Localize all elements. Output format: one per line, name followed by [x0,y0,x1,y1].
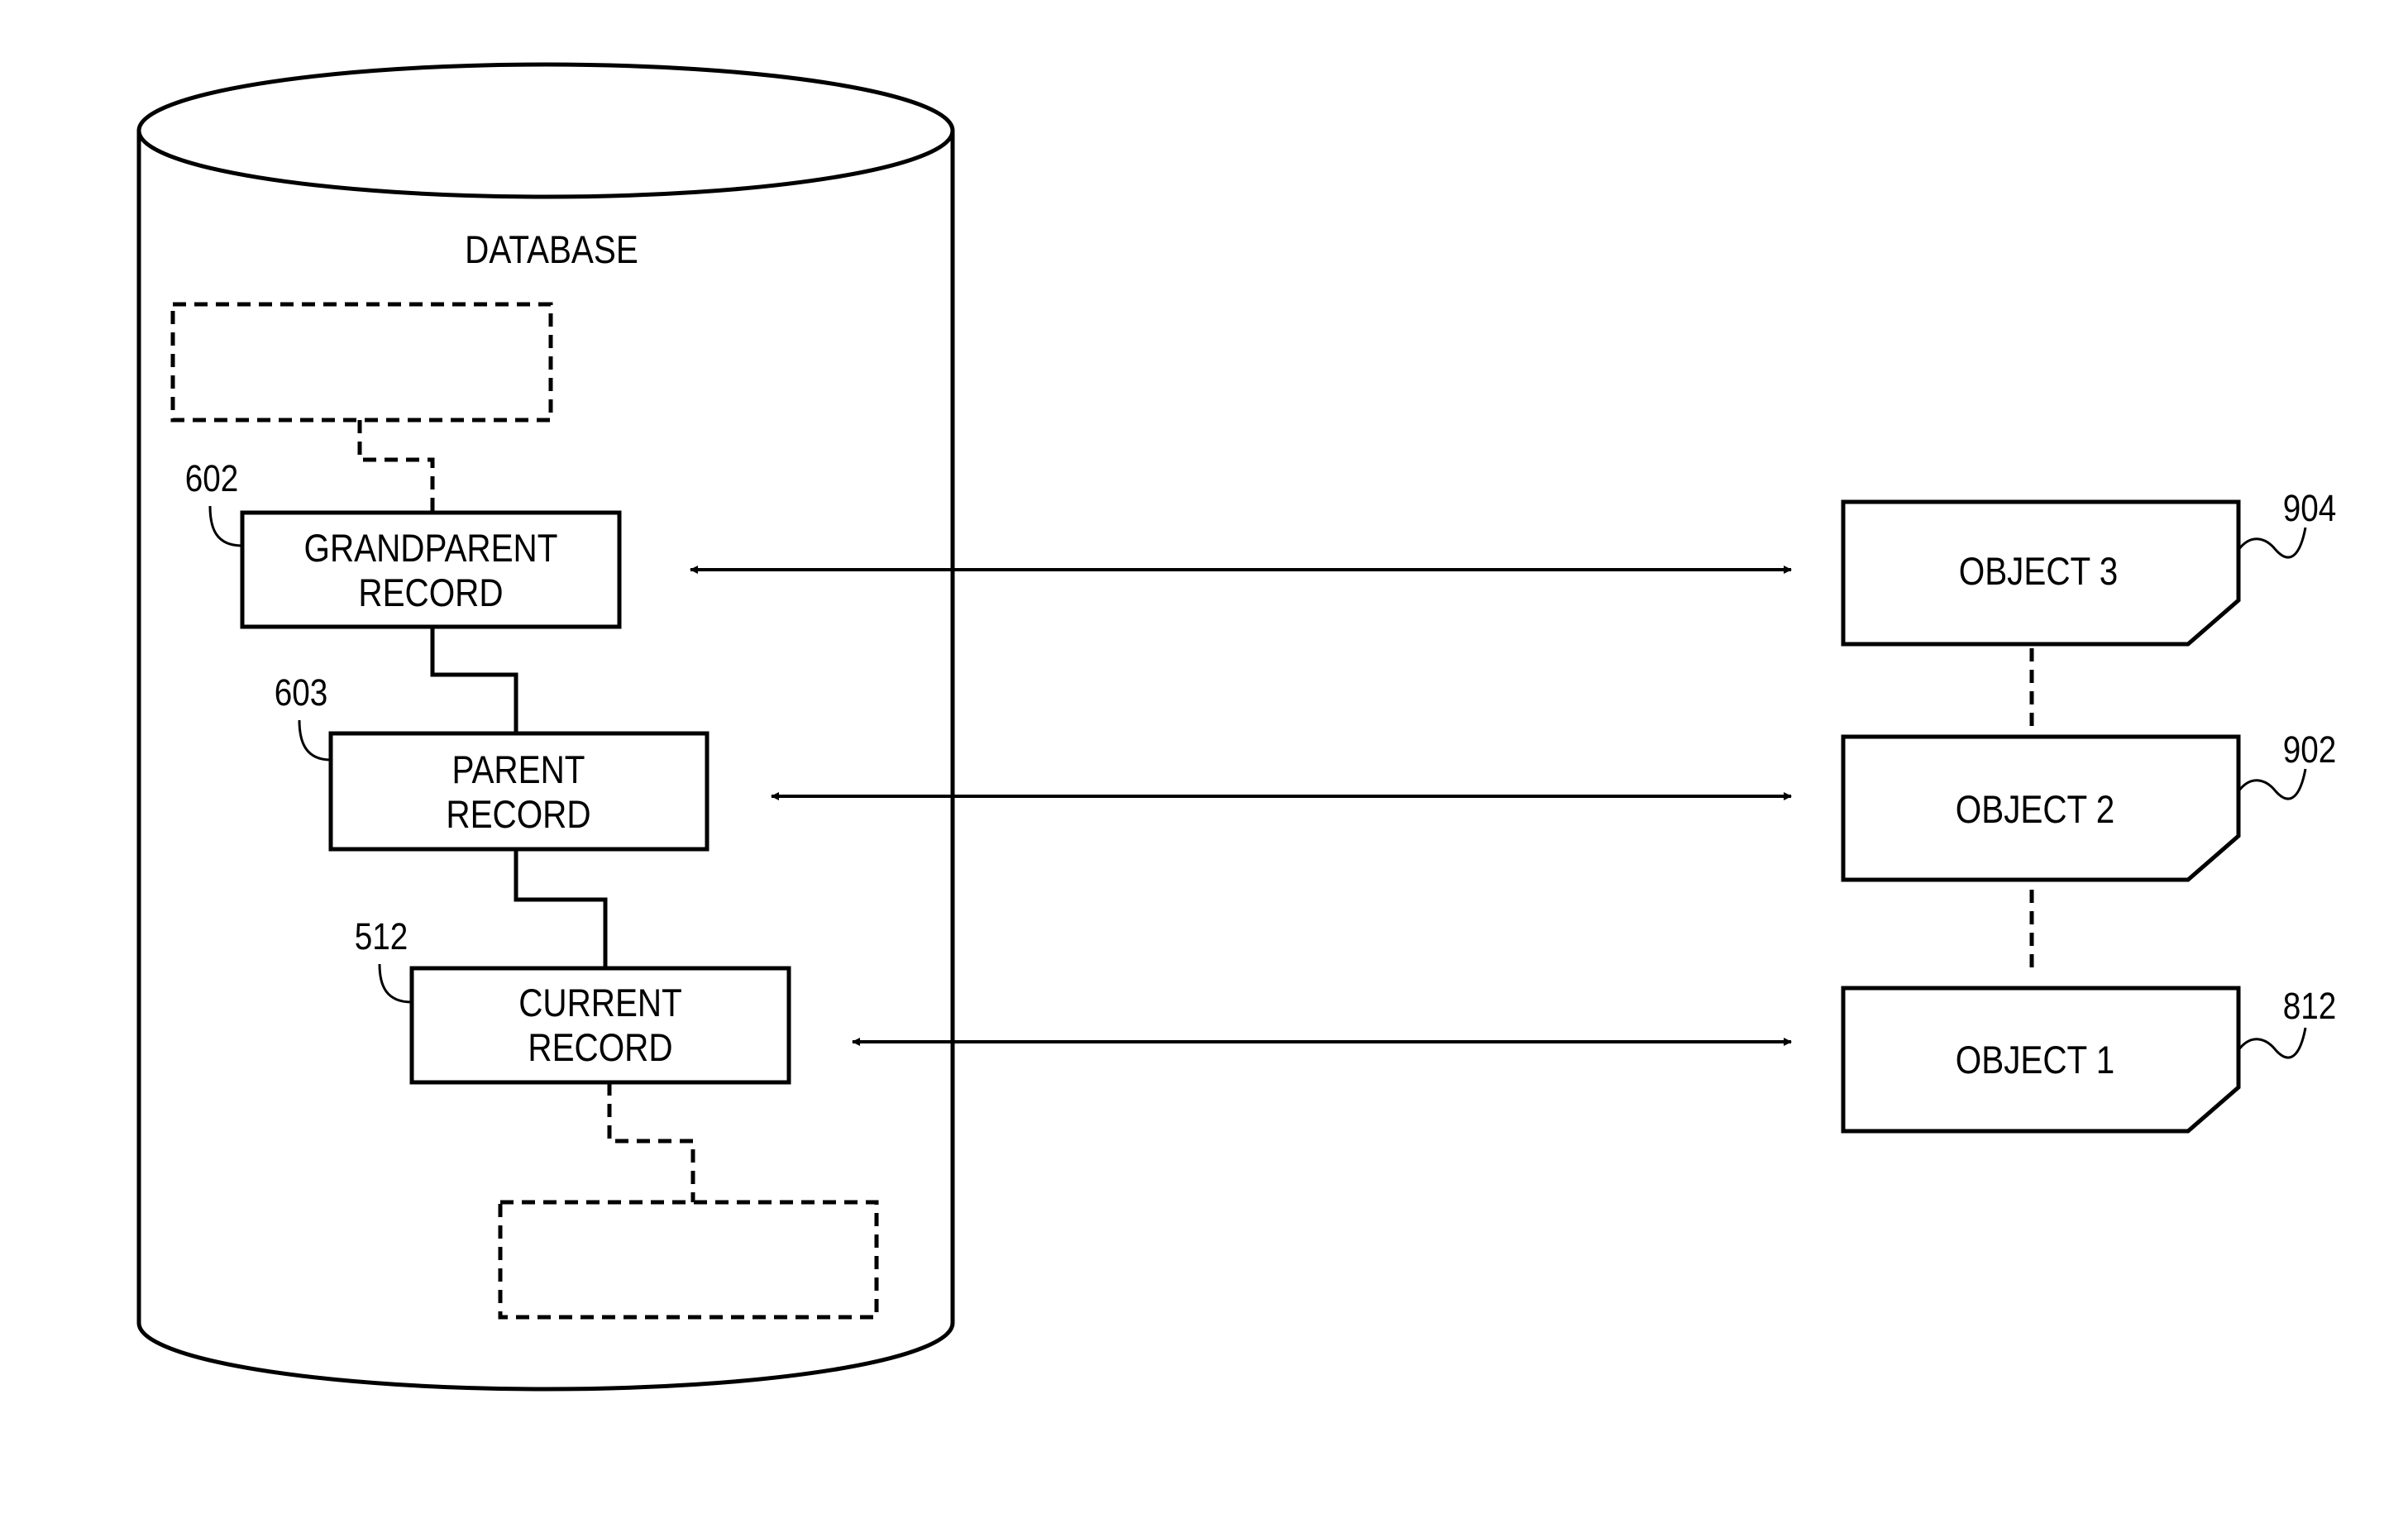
grandparent-parent-connector [430,627,518,733]
parent-current-connector [514,849,608,968]
object-3-label: OBJECT 3 [1959,550,2118,594]
object-3-ref-number: 904 [2283,487,2337,528]
grandparent-record-label-line2: RECORD [358,571,503,615]
object-1-card[interactable]: OBJECT 1 [1841,986,2241,1134]
object-1-ref-leader [2237,1027,2307,1059]
current-ref-leader [378,963,413,1004]
current-record-label-line2: RECORD [528,1026,672,1070]
parent-ref-number: 603 [275,671,328,713]
database-cylinder: DATABASE [136,62,955,1392]
current-record[interactable]: CURRENT RECORD [409,966,791,1085]
database-title: DATABASE [465,228,638,272]
parent-record[interactable]: PARENT RECORD [328,731,710,852]
object-2-ref-number: 902 [2283,728,2337,770]
object-3-card[interactable]: OBJECT 3 [1841,499,2241,647]
record-object-mapping-diagram: DATABASE GRANDPARENT RECORD 602 PARENT R… [136,62,2337,1392]
descendant-placeholder-record [498,1200,879,1320]
object-2-label: OBJECT 2 [1956,788,2114,832]
current-ref-number: 512 [355,915,408,957]
grandparent-record-label-line1: GRANDPARENT [304,527,558,571]
grandparent-record[interactable]: GRANDPARENT RECORD [240,510,622,629]
parent-record-label-line1: PARENT [452,748,585,792]
object-1-ref-number: 812 [2283,985,2337,1026]
parent-record-label-line2: RECORD [446,793,590,837]
object-2-card[interactable]: OBJECT 2 [1841,734,2241,882]
object-1-label: OBJECT 1 [1956,1039,2114,1082]
descendant-connector [607,1082,695,1202]
database-cylinder-top [136,62,955,199]
object-2-ref-leader [2237,768,2307,800]
ancestor-connector [357,420,435,513]
parent-ref-leader [298,719,332,762]
grandparent-ref-number: 602 [185,457,239,499]
ancestor-placeholder-record [170,302,553,423]
current-record-label-line1: CURRENT [518,981,682,1025]
object-3-ref-leader [2237,527,2307,559]
grandparent-ref-leader [208,505,243,547]
